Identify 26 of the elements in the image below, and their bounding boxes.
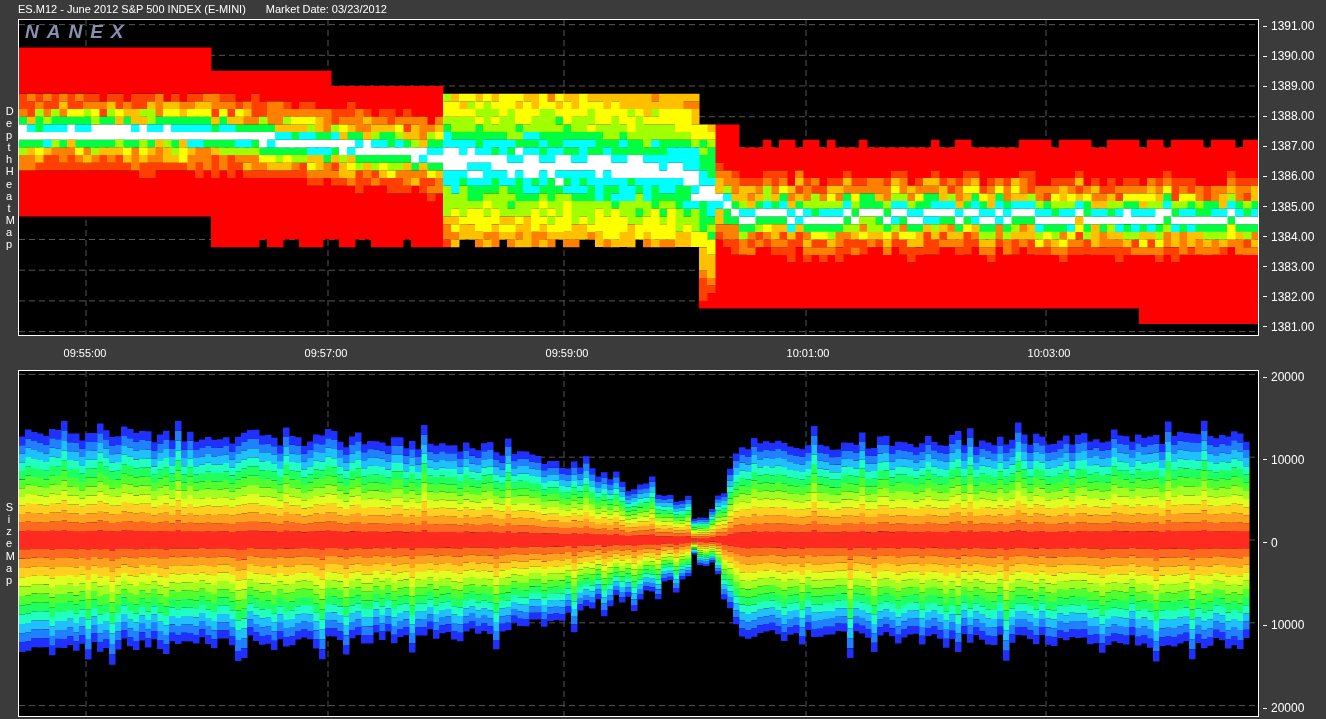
axis-label: 1391.00 xyxy=(1271,19,1315,33)
market-date: Market Date: 03/23/2012 xyxy=(265,3,387,15)
axis-label: 1390.00 xyxy=(1271,49,1315,64)
axis-label: 1383.00 xyxy=(1271,259,1315,274)
time-label: 10:03:00 xyxy=(1026,347,1072,359)
axis-label: 20000 xyxy=(1271,701,1305,715)
axis-label: 20000 xyxy=(1271,370,1305,384)
panel-label: Depth Heat Map xyxy=(5,104,13,251)
logo: NANEX xyxy=(25,21,132,43)
axis-label: 1386.00 xyxy=(1271,169,1315,184)
panel-label: Size Map xyxy=(5,501,13,586)
axis-label: 1384.00 xyxy=(1271,229,1315,244)
axis-label: 1381.00 xyxy=(1271,319,1315,334)
time-label: 09:55:00 xyxy=(62,347,108,359)
axis-label: 10000 xyxy=(1271,618,1305,633)
axis-label: 1388.00 xyxy=(1271,109,1315,124)
axis-label: 1387.00 xyxy=(1271,139,1315,154)
axis-label: 10000 xyxy=(1271,452,1305,467)
time-label: 10:01:00 xyxy=(785,347,831,359)
axis-label: 1389.00 xyxy=(1271,79,1315,94)
axis-label: 1385.00 xyxy=(1271,199,1315,214)
axis-label: 0 xyxy=(1271,535,1278,550)
time-label: 09:59:00 xyxy=(544,347,590,359)
window-title: ES.M12 - June 2012 S&P 500 INDEX (E-MINI) xyxy=(18,3,246,15)
axis-label: 1382.00 xyxy=(1271,289,1315,304)
time-label: 09:57:00 xyxy=(303,347,349,359)
